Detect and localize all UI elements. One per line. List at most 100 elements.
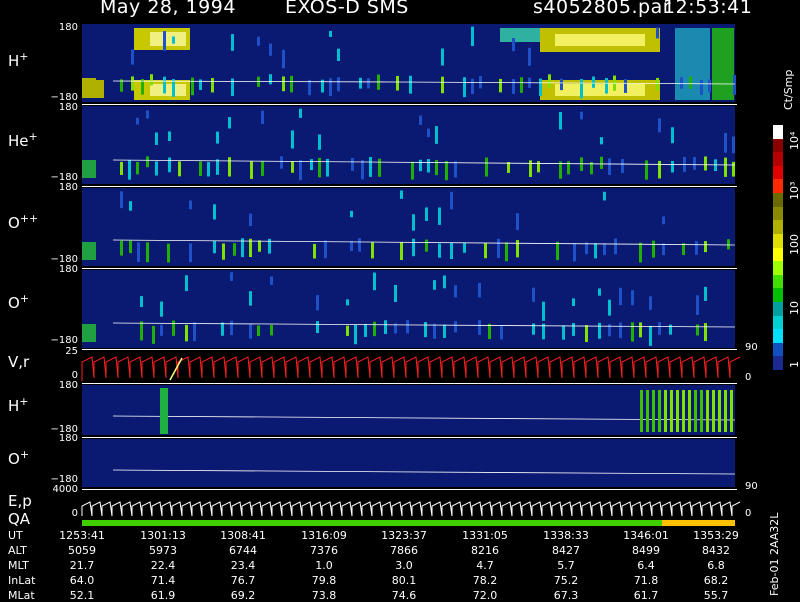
spectrogram-cell	[585, 325, 588, 343]
spectrogram-cell	[337, 48, 340, 62]
spectrogram-cell	[560, 78, 563, 91]
spectrogram-cell	[471, 78, 474, 95]
table-cell: 5.7	[557, 559, 575, 572]
spectrogram-cell	[670, 390, 673, 432]
spectrogram-cell	[688, 390, 691, 432]
spectrogram-cell	[324, 240, 327, 259]
spectrogram-cell	[704, 286, 707, 301]
spectrogram-cell	[185, 275, 188, 292]
spectrogram-cell	[222, 243, 225, 260]
spectrogram-cell	[706, 390, 709, 432]
spectrogram-cell	[658, 390, 661, 432]
spectrogram-cell	[160, 324, 163, 336]
spectrogram-cell	[409, 75, 412, 94]
table-cell: 1301:13	[140, 529, 186, 542]
spectrogram-cell	[318, 134, 321, 150]
spectrogram-cell	[129, 201, 132, 211]
table-cell: 6.4	[637, 559, 655, 572]
spectrogram-cell	[213, 240, 216, 254]
spectrogram-cell	[704, 156, 707, 171]
spectrogram-cell	[193, 322, 196, 342]
spectrogram-cell	[250, 160, 253, 179]
spectrogram-cell	[150, 32, 186, 46]
spectrogram-cell	[310, 159, 313, 171]
spectrogram-cell	[257, 325, 260, 337]
spectrogram-cell	[512, 38, 515, 52]
table-row-label: UT	[8, 529, 23, 542]
spectrogram-cell	[146, 156, 149, 168]
spectrogram-cell	[168, 131, 171, 142]
table-cell: 1323:37	[381, 529, 427, 542]
energy-sweep	[81, 501, 741, 517]
table-cell: 1331:05	[462, 529, 508, 542]
spectrogram-cell	[299, 108, 302, 118]
table-cell: 78.2	[472, 574, 498, 587]
spectrogram-cell	[658, 322, 661, 335]
spectrogram-cell	[230, 320, 233, 336]
spectrogram-cell	[213, 204, 216, 220]
spectrogram-cell	[605, 77, 608, 94]
spectrogram-cell	[160, 388, 168, 434]
table-cell: 71.8	[633, 574, 659, 587]
spectrogram-cell	[406, 320, 409, 334]
spectrogram-cell	[371, 242, 374, 259]
spectrogram-cell	[621, 158, 624, 174]
spectrogram-cell	[280, 156, 283, 169]
spectrogram-cell	[163, 31, 166, 51]
spectrogram-cell	[676, 390, 679, 432]
spectrogram-cell	[168, 157, 171, 173]
table-row-label: InLat	[8, 574, 36, 587]
spectrogram-cell	[150, 84, 186, 96]
spectrogram-cell	[261, 161, 264, 176]
table-cell: 5059	[68, 544, 96, 557]
table-cell: 68.2	[703, 574, 729, 587]
table-row-label: MLat	[8, 589, 35, 602]
spectrogram-cell	[669, 324, 672, 335]
spectrogram-cell	[216, 159, 219, 175]
spectrogram-cell	[378, 158, 381, 177]
spectrogram-cell	[400, 190, 403, 199]
spectrogram-cell	[603, 191, 606, 201]
spectrogram-cell	[485, 157, 488, 177]
spectrogram-cell	[733, 74, 736, 95]
spectrogram-cell	[594, 243, 597, 259]
spectrogram-cell	[441, 76, 444, 94]
spectrogram-cell	[425, 207, 428, 221]
spectrogram-cell	[249, 213, 252, 227]
spectrogram-cell	[555, 34, 645, 46]
spectrogram-cell	[131, 49, 134, 65]
spectrogram-cell	[120, 191, 123, 209]
spectrogram-cell	[146, 110, 149, 119]
spectrogram-cell	[350, 240, 353, 252]
spectrogram-cell	[443, 324, 446, 338]
spectrogram-cell	[129, 240, 132, 254]
spectrogram-cell	[614, 238, 617, 255]
spectrogram-cell	[454, 161, 457, 178]
spectrogram-cell	[199, 161, 202, 176]
spectrogram-cell	[233, 243, 236, 256]
spectrogram-cell	[671, 127, 674, 144]
spectrogram-cell	[500, 325, 503, 340]
spectrogram-cell	[316, 321, 319, 334]
spectrogram-cell	[528, 47, 531, 66]
table-cell: 1308:41	[220, 529, 266, 542]
spectrogram-cell	[675, 28, 710, 100]
spectrogram-cell	[724, 157, 727, 177]
table-cell: 1346:01	[623, 529, 669, 542]
spectrogram-cell	[160, 301, 163, 317]
reference-line	[112, 469, 736, 475]
spectrogram-cell	[463, 242, 466, 253]
spectrogram-cell	[120, 161, 123, 175]
spectrogram-cell	[680, 77, 683, 89]
table-row-label: MLT	[8, 559, 29, 572]
spectrogram-cell	[228, 157, 231, 177]
spectrogram-cell	[730, 390, 733, 432]
spectrogram-cell	[598, 288, 601, 296]
table-row-label: ALT	[8, 544, 27, 557]
spectrogram-cell	[290, 75, 293, 93]
spectrogram-cell	[631, 290, 634, 306]
spectrogram-cell	[619, 322, 622, 339]
spectrogram-cell	[400, 242, 403, 261]
spectrogram-cell	[261, 110, 264, 124]
spectrogram-cell	[396, 75, 399, 91]
